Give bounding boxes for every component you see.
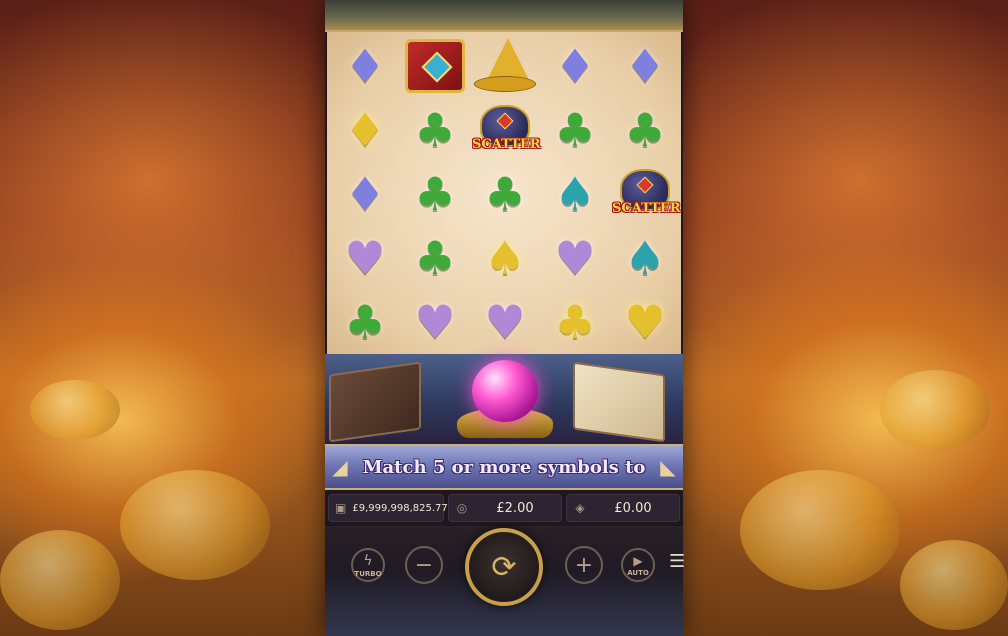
diamond-icon: ♦ — [344, 39, 386, 93]
heart-symbol: ♥ — [400, 290, 470, 354]
club-icon: ♣ — [484, 167, 526, 221]
club-icon: ♣ — [414, 103, 456, 157]
diamond-symbol: ♦ — [330, 34, 400, 98]
win-display: ◈ £0.00 — [566, 494, 680, 522]
club-icon: ♣ — [554, 295, 596, 349]
club-symbol: ♣ — [400, 98, 470, 162]
spade-icon: ♠ — [554, 167, 596, 221]
message-banner: ◢ Match 5 or more symbols to ◣ — [325, 444, 683, 490]
spellbook-symbol — [400, 34, 470, 98]
play-icon: ▶ — [633, 553, 643, 568]
heart-icon: ♥ — [414, 295, 456, 349]
banner-text: Match 5 or more symbols to — [362, 456, 646, 478]
club-icon: ♣ — [414, 167, 456, 221]
minus-icon: − — [414, 552, 434, 578]
hamburger-menu-icon: ☰ — [669, 551, 686, 572]
club-symbol: ♣ — [400, 226, 470, 290]
coin-pile — [0, 530, 120, 630]
slot-machine: ♦ ♦ ♦ ♦ ♣ SCATTER ♣ ♣ ♦ ♣ ♣ ♠ SCATTER ♥ ♣ ♠ ♥ ♠ ♣ ♥ ♥ ♣ ♥ ◢ Ma… — [325, 0, 686, 636]
auto-label: AUTO — [627, 568, 649, 577]
increase-bet-button[interactable]: + — [565, 546, 603, 584]
diamond-symbol: ♦ — [330, 162, 400, 226]
wizard-hat-icon — [474, 38, 536, 94]
heart-icon: ♥ — [344, 231, 386, 285]
heart-icon: ♥ — [554, 231, 596, 285]
spade-symbol: ♠ — [540, 162, 610, 226]
wizard-hat-symbol — [470, 34, 540, 98]
coin-pile — [900, 540, 1008, 630]
win-value: £0.00 — [614, 500, 652, 516]
spellbook-icon — [405, 39, 465, 93]
banner-left-ornament-icon: ◢ — [332, 455, 348, 479]
balance-display: ▣ £9,999,998,825.77 — [328, 494, 448, 522]
wallet-icon: ▣ — [335, 501, 347, 515]
heart-symbol: ♥ — [540, 226, 610, 290]
diamond-icon: ♦ — [624, 39, 666, 93]
turbo-label: TURBO — [354, 569, 382, 578]
diamond-symbol: ♦ — [540, 34, 610, 98]
heart-symbol: ♥ — [470, 290, 540, 354]
club-icon: ♣ — [344, 295, 386, 349]
info-bar: ▣ £9,999,998,825.77 ◎ £2.00 ◈ £0.00 — [325, 490, 683, 526]
heart-icon: ♥ — [624, 295, 666, 349]
diamond-icon: ♦ — [344, 167, 386, 221]
cauldron-icon: SCATTER — [472, 101, 541, 159]
diamond-icon: ♦ — [344, 103, 386, 157]
decrease-bet-button[interactable]: − — [405, 546, 443, 584]
reel-grid: ♦ ♦ ♦ ♦ ♣ SCATTER ♣ ♣ ♦ ♣ ♣ ♠ SCATTER ♥ ♣ ♠ ♥ ♠ ♣ ♥ ♥ ♣ ♥ — [327, 32, 681, 354]
club-icon: ♣ — [554, 103, 596, 157]
crystal-orb-icon — [472, 360, 538, 422]
diamond-symbol: ♦ — [330, 98, 400, 162]
club-icon: ♣ — [414, 231, 456, 285]
spade-icon: ♠ — [484, 231, 526, 285]
plus-icon: + — [574, 552, 594, 578]
club-symbol: ♣ — [330, 290, 400, 354]
club-symbol: ♣ — [540, 98, 610, 162]
lightning-icon: ϟ — [363, 552, 373, 569]
diamond-icon: ♦ — [554, 39, 596, 93]
spin-arrows-icon: ⟳ — [491, 549, 517, 585]
club-symbol: ♣ — [610, 98, 680, 162]
turbo-button[interactable]: ϟ TURBO — [351, 548, 385, 582]
control-panel: ϟ TURBO − ⟳ + ▶ AUTO ☰ — [325, 526, 686, 636]
club-symbol: ♣ — [540, 290, 610, 354]
cauldron-icon: SCATTER — [612, 165, 681, 223]
club-symbol: ♣ — [470, 162, 540, 226]
balance-value: £9,999,998,825.77 — [352, 502, 448, 514]
scatter-symbol: SCATTER — [470, 98, 541, 162]
coin-stack-icon: ◎ — [456, 501, 468, 515]
top-frame — [325, 0, 683, 32]
bet-display[interactable]: ◎ £2.00 — [448, 494, 562, 522]
coin-pile — [120, 470, 270, 580]
game-stage: ♦ ♦ ♦ ♦ ♣ SCATTER ♣ ♣ ♦ ♣ ♣ ♠ SCATTER ♥ ♣ ♠ ♥ ♠ ♣ ♥ ♥ ♣ ♥ ◢ Ma… — [0, 0, 1008, 636]
scatter-symbol: SCATTER — [610, 162, 681, 226]
open-book-icon — [573, 361, 665, 443]
closed-book-icon — [329, 361, 421, 443]
hat-brim — [474, 76, 536, 92]
coin-pile — [880, 370, 990, 450]
win-icon: ◈ — [575, 501, 585, 515]
coin-pile — [30, 380, 120, 440]
bet-value: £2.00 — [496, 500, 534, 516]
club-symbol: ♣ — [400, 162, 470, 226]
autoplay-button[interactable]: ▶ AUTO — [621, 548, 655, 582]
heart-symbol: ♥ — [330, 226, 400, 290]
coin-pile — [740, 470, 900, 590]
club-icon: ♣ — [624, 103, 666, 157]
spin-button[interactable]: ⟳ — [465, 528, 543, 606]
menu-button[interactable]: ☰ — [669, 551, 686, 572]
scatter-label: SCATTER — [612, 201, 681, 216]
scatter-label: SCATTER — [472, 137, 541, 152]
spade-symbol: ♠ — [470, 226, 540, 290]
banner-right-ornament-icon: ◣ — [660, 455, 676, 479]
spade-icon: ♠ — [624, 231, 666, 285]
heart-icon: ♥ — [484, 295, 526, 349]
spade-symbol: ♠ — [610, 226, 680, 290]
heart-symbol: ♥ — [610, 290, 680, 354]
diamond-symbol: ♦ — [610, 34, 680, 98]
altar-area — [325, 354, 683, 444]
